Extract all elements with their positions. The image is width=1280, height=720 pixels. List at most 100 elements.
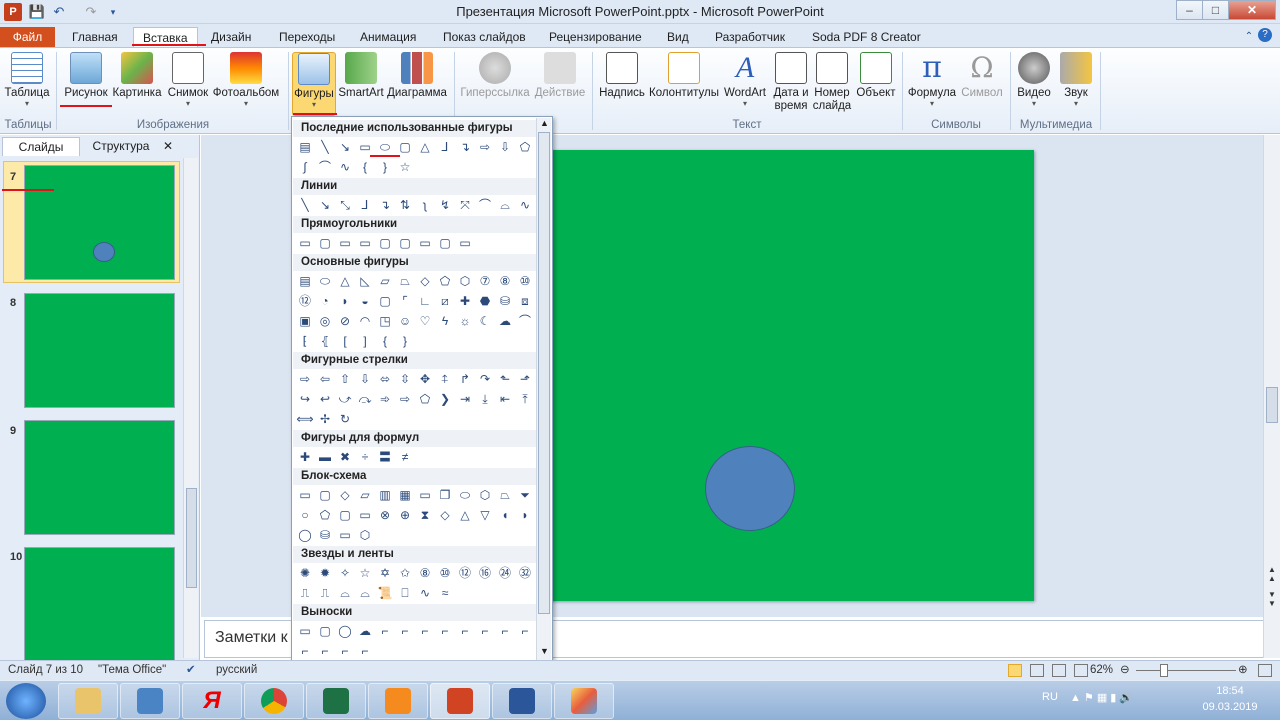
equation-button[interactable]: π Формула ▾ (906, 52, 958, 108)
multidocument-icon[interactable]: ❐ (436, 486, 454, 504)
close-pane-icon[interactable]: ✕ (163, 139, 173, 153)
elbow-icon[interactable]: ⅃ (356, 196, 374, 214)
curved-arrow-icon[interactable]: ↯ (436, 196, 454, 214)
curved-up-arrow-icon[interactable]: ⤻ (336, 390, 354, 408)
notched-arrow-icon[interactable]: ⇨ (396, 390, 414, 408)
taskbar-video[interactable] (368, 683, 428, 719)
left-right-arrow-icon[interactable]: ⬄ (376, 370, 394, 388)
zoom-slider-thumb[interactable] (1160, 664, 1168, 677)
alt-process-icon[interactable]: ▢ (316, 486, 334, 504)
object-button[interactable]: Объект (854, 52, 898, 100)
slide-thumbnail[interactable] (24, 165, 175, 280)
taskbar-media[interactable] (120, 683, 180, 719)
teardrop-icon[interactable]: ◒ (356, 292, 374, 310)
offpage-connector-icon[interactable]: ⬠ (316, 506, 334, 524)
pentagon-shape-icon[interactable]: ⬠ (516, 138, 534, 156)
line-callout2-icon[interactable]: ⌐ (396, 622, 414, 640)
bent-arrow-icon[interactable]: ↱ (456, 370, 474, 388)
line-callout1-icon[interactable]: ⌐ (376, 622, 394, 640)
down-callout-arrow-icon[interactable]: ⤓ (476, 390, 494, 408)
right-brace-icon[interactable]: } (376, 158, 394, 176)
tab-animations[interactable]: Анимация (351, 27, 425, 48)
clipart-button[interactable]: Картинка (112, 52, 162, 100)
sort-icon[interactable]: ◇ (436, 506, 454, 524)
tab-view[interactable]: Вид (658, 27, 698, 48)
tab-slideshow[interactable]: Показ слайдов (434, 27, 535, 48)
slideshow-icon[interactable] (1074, 664, 1088, 677)
arrow-icon[interactable]: ↘ (316, 196, 334, 214)
pentagon-arrow-icon[interactable]: ⬠ (416, 390, 434, 408)
lightning-icon[interactable]: ϟ (436, 312, 454, 330)
bent-up-arrow-icon[interactable]: ⬏ (516, 370, 534, 388)
slide-thumbnail[interactable] (24, 547, 175, 662)
down-arrow-shape-icon[interactable]: ⇩ (496, 138, 514, 156)
rect-icon[interactable]: ▭ (296, 234, 314, 252)
donut-icon[interactable]: ◎ (316, 312, 334, 330)
up-down-arrow-icon[interactable]: ⇳ (396, 370, 414, 388)
curved-connector-icon[interactable]: ʅ (416, 196, 434, 214)
wave-icon[interactable]: ∿ (416, 584, 434, 602)
round1-rect-icon[interactable]: ▢ (396, 234, 414, 252)
line-callout11-icon[interactable]: ⌐ (336, 642, 354, 660)
photo-album-button[interactable]: Фотоальбом ▾ (212, 52, 280, 108)
document-icon[interactable]: ▭ (416, 486, 434, 504)
textbox-shape-icon[interactable]: ▤ (296, 138, 314, 156)
star24-icon[interactable]: ㉔ (496, 564, 514, 582)
bevel-icon[interactable]: ▣ (296, 312, 314, 330)
quad-arrow-icon[interactable]: ✥ (416, 370, 434, 388)
slide-thumbnail[interactable] (24, 420, 175, 535)
taskbar-excel[interactable] (306, 683, 366, 719)
star8-icon[interactable]: ⑧ (416, 564, 434, 582)
ribbon-up-icon[interactable]: ⎍ (296, 584, 314, 602)
terminator-icon[interactable]: ⬭ (456, 486, 474, 504)
elbow-connector-icon[interactable]: ⅃ (436, 138, 454, 156)
curved-double-arrow-icon[interactable]: ⤧ (456, 196, 474, 214)
right-bracket-icon[interactable]: ] (356, 332, 374, 350)
triangle-icon[interactable]: △ (336, 272, 354, 290)
left-brace-icon[interactable]: { (356, 158, 374, 176)
theme-name[interactable]: "Тема Office" (98, 661, 166, 680)
elbow-arrow-icon[interactable]: ↴ (456, 138, 474, 156)
line-callout12-icon[interactable]: ⌐ (356, 642, 374, 660)
prev-slide-icon[interactable]: ▲ ▲ (1268, 565, 1276, 583)
down-arrow-icon[interactable]: ⇩ (356, 370, 374, 388)
normal-view-icon[interactable] (1008, 664, 1022, 677)
striped-arrow-icon[interactable]: ➾ (376, 390, 394, 408)
octagon-icon[interactable]: ⑧ (496, 272, 514, 290)
line-callout6-icon[interactable]: ⌐ (476, 622, 494, 640)
tab-soda-pdf[interactable]: Soda PDF 8 Creator (803, 27, 930, 48)
star5-icon[interactable]: ☆ (356, 564, 374, 582)
triangle-shape-icon[interactable]: △ (416, 138, 434, 156)
zoom-in-icon[interactable]: ⊕ (1238, 661, 1248, 680)
double-arrow-icon[interactable]: ⤡ (336, 196, 354, 214)
circular-arrow-icon[interactable]: ↻ (336, 410, 354, 428)
explosion2-icon[interactable]: ✹ (316, 564, 334, 582)
oval-callout-icon[interactable]: ◯ (336, 622, 354, 640)
punched-tape-icon[interactable]: ▭ (356, 506, 374, 524)
manual-input-icon[interactable]: ⏢ (496, 486, 514, 504)
audio-button[interactable]: Звук ▾ (1058, 52, 1094, 108)
snip-rect-icon[interactable]: ▭ (336, 234, 354, 252)
oval-icon[interactable]: ⬭ (316, 272, 334, 290)
taskbar-paint[interactable] (554, 683, 614, 719)
scribble-icon[interactable]: ∿ (516, 196, 534, 214)
star6-icon[interactable]: ✡ (376, 564, 394, 582)
double-brace-icon[interactable]: ⦃ (316, 332, 334, 350)
line-callout9-icon[interactable]: ⌐ (296, 642, 314, 660)
up-arrow-icon[interactable]: ⇧ (336, 370, 354, 388)
tab-design[interactable]: Дизайн (202, 27, 260, 48)
round-same-icon[interactable]: ▭ (456, 234, 474, 252)
chart-button[interactable]: Диаграмма (386, 52, 448, 100)
picture-button[interactable]: Рисунок (62, 52, 110, 100)
symbol-button[interactable]: Ω Символ (960, 52, 1004, 100)
action-button[interactable]: Действие (532, 52, 588, 100)
process-icon[interactable]: ▭ (296, 486, 314, 504)
hyperlink-button[interactable]: Гиперссылка (460, 52, 530, 100)
table-button[interactable]: Таблица ▾ (4, 52, 50, 108)
half-frame-icon[interactable]: ⌜ (396, 292, 414, 310)
textbox-button[interactable]: Надпись (598, 52, 646, 100)
scrollbar-thumb[interactable] (1266, 387, 1278, 423)
sequential-storage-icon[interactable]: ◯ (296, 526, 314, 544)
line-callout7-icon[interactable]: ⌐ (496, 622, 514, 640)
gallery-scrollbar[interactable]: ▲ ▼ (536, 118, 551, 660)
